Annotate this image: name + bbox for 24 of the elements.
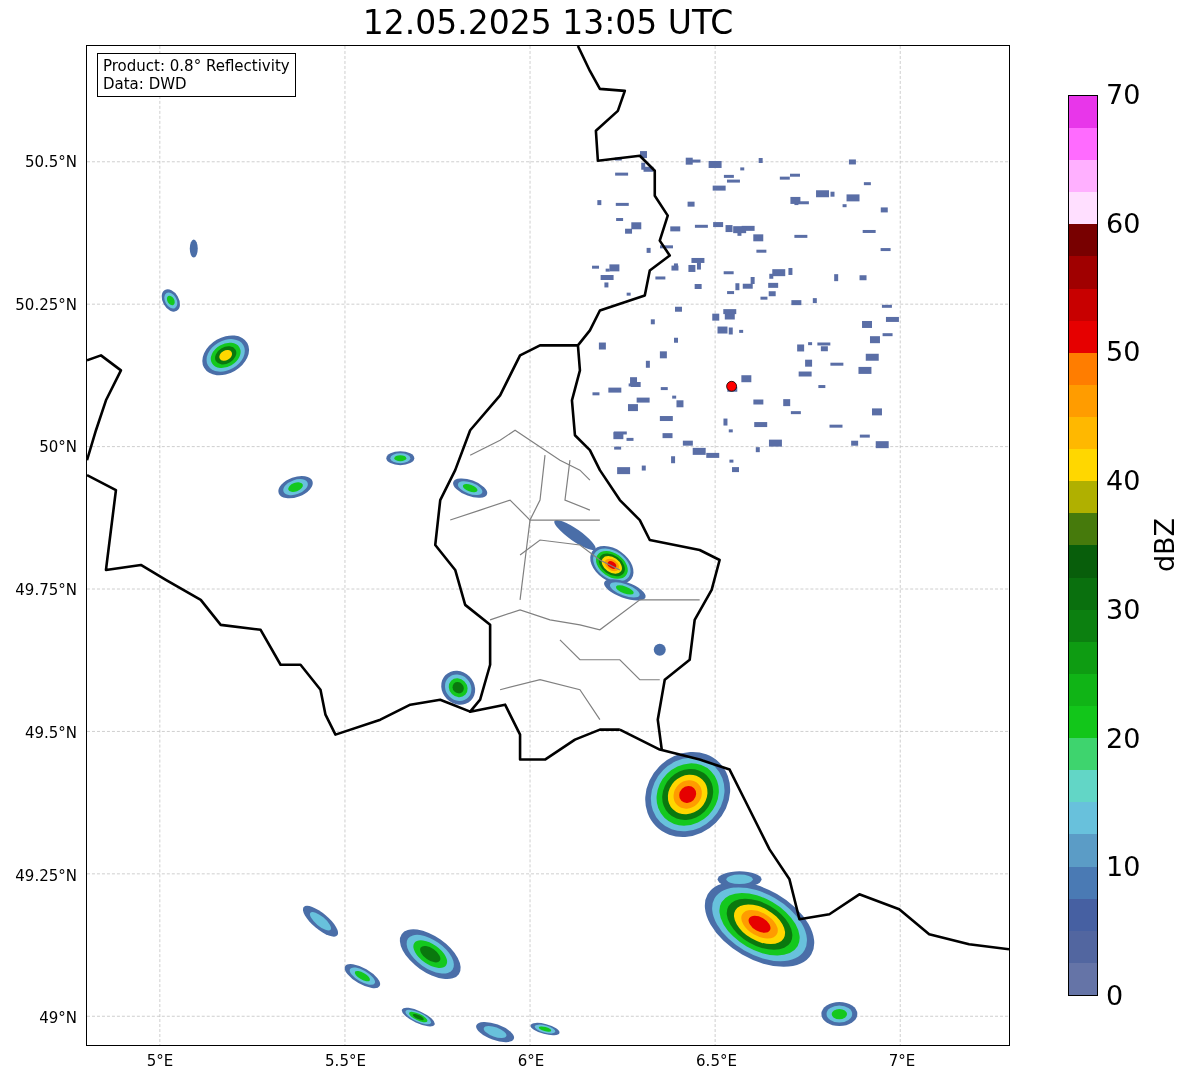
colorbar-tick-label: 30 xyxy=(1106,594,1141,625)
longitude-label: 6.5°E xyxy=(696,1052,737,1070)
latitude-label: 49.75°N xyxy=(15,581,77,600)
longitude-label: 6°E xyxy=(517,1052,545,1070)
latitude-label: 50.25°N xyxy=(15,295,77,314)
longitude-label: 7°E xyxy=(888,1052,916,1070)
colorbar-tick-label: 20 xyxy=(1106,723,1141,754)
colorbar-tick-label: 10 xyxy=(1106,852,1141,883)
colorbar-tick-label: 70 xyxy=(1106,80,1141,110)
info-text: Product: 0.8° Reflectivity xyxy=(103,57,290,75)
colorbar-tick-label: 60 xyxy=(1106,208,1141,239)
longitude-label: 5.5°E xyxy=(325,1052,366,1070)
latitude-label: 49°N xyxy=(39,1009,77,1028)
colorbar-tick-label: 40 xyxy=(1106,466,1141,497)
colorbar-tick-label: 50 xyxy=(1106,337,1141,368)
latitude-label: 49.5°N xyxy=(24,723,77,742)
latitude-label: 49.25°N xyxy=(15,866,77,885)
colorbar-label: dBZ xyxy=(1148,517,1180,573)
colorbar-tick-label: 0 xyxy=(1106,981,1124,1011)
chart-title: 12.05.2025 13:05 UTC xyxy=(361,2,735,44)
longitude-label: 5°E xyxy=(146,1052,174,1070)
latitude-label: 50.5°N xyxy=(24,153,77,171)
latitude-label: 50°N xyxy=(39,438,77,457)
info-text: Data: DWD xyxy=(103,75,187,93)
